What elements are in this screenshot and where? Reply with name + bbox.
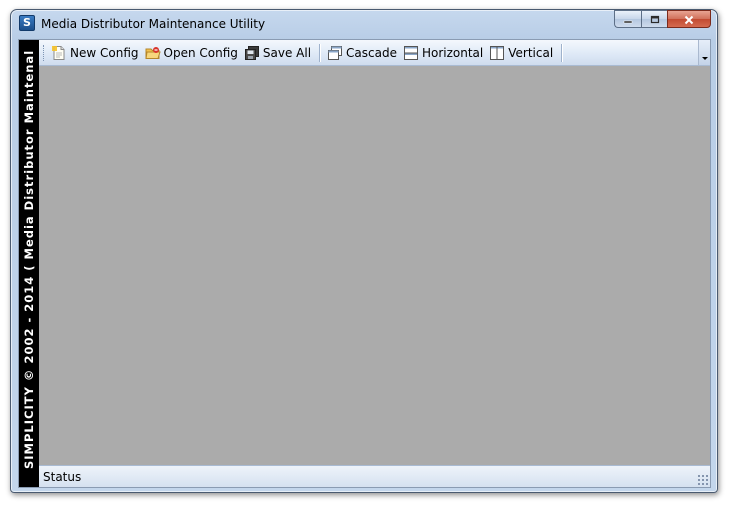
tile-horizontal-icon bbox=[403, 45, 418, 60]
client-area: SIMPLICITY © 2002 - 2014 ( Media Distrib… bbox=[18, 39, 711, 488]
mdi-workspace[interactable] bbox=[39, 66, 710, 465]
resize-grip-icon[interactable] bbox=[697, 474, 708, 485]
status-label: Status bbox=[43, 470, 82, 484]
toolbar-overflow-button[interactable] bbox=[698, 40, 710, 65]
window-title: Media Distributor Maintenance Utility bbox=[41, 17, 266, 31]
cascade-button[interactable]: Cascade bbox=[325, 42, 399, 64]
vertical-button[interactable]: Vertical bbox=[487, 42, 555, 64]
horizontal-label: Horizontal bbox=[421, 45, 484, 60]
open-config-button[interactable]: Open Config bbox=[143, 42, 240, 64]
toolbar-grip[interactable] bbox=[43, 44, 47, 61]
close-button[interactable] bbox=[667, 10, 711, 28]
toolbar-separator bbox=[319, 43, 322, 62]
toolbar-separator bbox=[561, 43, 564, 62]
toolbar: New Config Open Config Save All Cascade … bbox=[39, 40, 710, 66]
tile-vertical-icon bbox=[490, 45, 505, 60]
side-banner: SIMPLICITY © 2002 - 2014 ( Media Distrib… bbox=[19, 40, 39, 487]
close-icon bbox=[684, 15, 694, 25]
maximize-icon bbox=[650, 15, 659, 24]
horizontal-button[interactable]: Horizontal bbox=[401, 42, 485, 64]
minimize-button[interactable] bbox=[614, 10, 641, 28]
copyright-banner-text: SIMPLICITY © 2002 - 2014 ( Media Distrib… bbox=[22, 49, 36, 469]
app-icon[interactable]: S bbox=[19, 15, 35, 31]
minimize-icon bbox=[623, 20, 633, 24]
status-bar: Status bbox=[39, 465, 710, 487]
save-all-label: Save All bbox=[262, 45, 312, 60]
save-all-icon bbox=[244, 45, 259, 60]
new-config-button[interactable]: New Config bbox=[49, 42, 141, 64]
open-folder-icon bbox=[144, 46, 161, 59]
maximize-button[interactable] bbox=[641, 10, 667, 28]
new-config-label: New Config bbox=[70, 45, 139, 60]
vertical-label: Vertical bbox=[508, 45, 554, 60]
chevron-down-icon bbox=[702, 57, 708, 60]
cascade-windows-icon bbox=[328, 45, 343, 60]
cascade-label: Cascade bbox=[346, 45, 397, 60]
main-window: S Media Distributor Maintenance Utility … bbox=[10, 9, 718, 493]
title-bar[interactable]: S Media Distributor Maintenance Utility bbox=[11, 10, 717, 40]
new-document-icon bbox=[52, 45, 65, 60]
save-all-button[interactable]: Save All bbox=[242, 42, 313, 64]
caption-buttons bbox=[614, 10, 711, 30]
open-config-label: Open Config bbox=[163, 45, 238, 60]
